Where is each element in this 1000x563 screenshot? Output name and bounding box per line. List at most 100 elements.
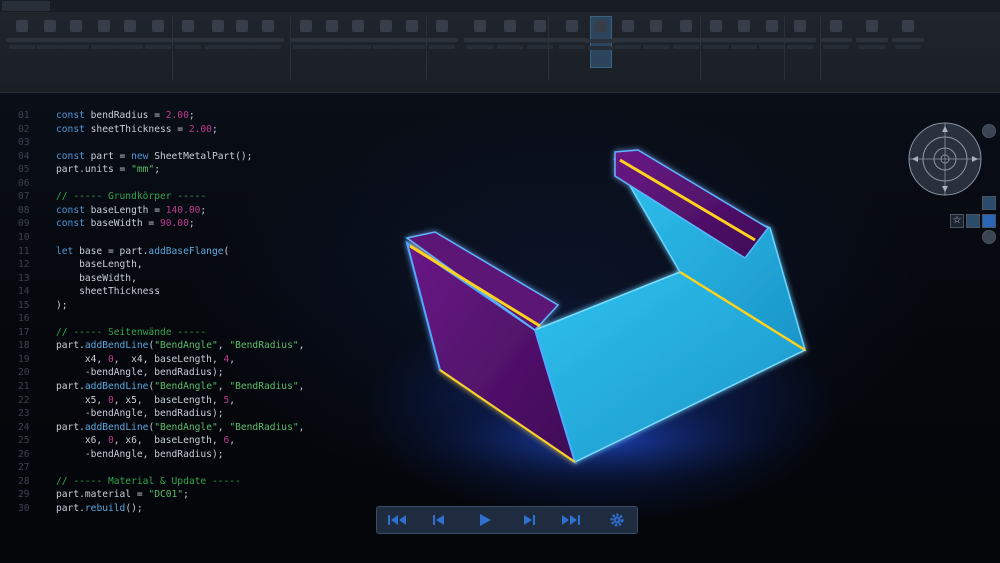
code-token: );: [56, 299, 68, 311]
code-token: const: [56, 150, 91, 162]
code-line[interactable]: 22 x5, 0, x5, baseLength, 5,: [18, 395, 235, 409]
code-token: addBendLine: [84, 421, 149, 433]
zoom-fit-icon[interactable]: [982, 196, 996, 210]
line-number: 07: [18, 191, 30, 203]
code-line[interactable]: 02 const sheetThickness = 2.00;: [18, 124, 218, 138]
code-token: "BendAngle": [154, 340, 218, 352]
code-line[interactable]: 20 -bendAngle, bendRadius);: [18, 367, 224, 381]
code-token: ,: [298, 381, 305, 392]
code-token: ();: [125, 502, 143, 514]
line-number: 13: [18, 272, 30, 284]
view-navigation-ring[interactable]: [907, 121, 983, 197]
code-line[interactable]: 04 const part = new SheetMetalPart();: [18, 151, 252, 165]
code-token: SheetMetalPart();: [154, 150, 253, 162]
code-line[interactable]: 24 part.addBendLine("BendAngle", "BendRad…: [18, 422, 304, 436]
code-line[interactable]: 15);: [18, 300, 68, 314]
code-token: "BendRadius": [229, 340, 299, 352]
code-token: new: [131, 150, 155, 162]
line-number: 27: [18, 462, 30, 474]
line-number: 09: [18, 218, 30, 230]
code-token: ,: [217, 340, 230, 352]
code-token: "DC01": [148, 489, 184, 501]
code-line[interactable]: 23 -bendAngle, bendRadius);: [18, 408, 224, 422]
first-frame-icon[interactable]: [385, 512, 409, 528]
code-token: ,: [217, 421, 230, 433]
code-token: ;: [188, 218, 195, 230]
code-token: -bendAngle, bendRadius);: [56, 408, 224, 420]
orbit-icon[interactable]: [982, 230, 996, 244]
play-icon[interactable]: [473, 512, 497, 528]
code-token: , x4, baseLength,: [113, 353, 224, 365]
line-number: 17: [18, 326, 30, 338]
next-frame-icon[interactable]: [517, 512, 541, 528]
code-token: ;: [200, 204, 207, 216]
code-line[interactable]: 10: [18, 232, 56, 246]
code-line[interactable]: 29 part.material = "DC01";: [18, 489, 189, 503]
code-token: baseLength,: [56, 259, 143, 271]
code-token: -bendAngle, bendRadius);: [56, 448, 224, 460]
code-token: 2.00: [165, 110, 189, 121]
code-token: // ----- Grundkörper -----: [56, 191, 207, 203]
line-number: 19: [18, 353, 30, 365]
code-line[interactable]: 08 const baseLength = 140.00;: [18, 205, 206, 219]
code-line[interactable]: 07 // ----- Grundkörper -----: [18, 191, 206, 205]
line-number: 24: [18, 421, 30, 433]
code-line[interactable]: 11 let base = part.addBaseFlange(: [18, 246, 229, 260]
code-line[interactable]: 17 // ----- Seitenwände -----: [18, 327, 206, 341]
code-line[interactable]: 16: [18, 313, 56, 327]
code-token: 140.00: [165, 204, 201, 216]
settings-gear-icon[interactable]: [605, 512, 629, 528]
code-token: x4,: [56, 353, 108, 365]
prev-frame-icon[interactable]: [427, 512, 451, 528]
code-line[interactable]: 12 baseLength,: [18, 259, 143, 273]
code-token: ,: [298, 421, 305, 433]
code-line[interactable]: 03: [18, 137, 56, 151]
favorite-star-icon[interactable]: ☆: [950, 214, 964, 228]
code-line[interactable]: 01 const bendRadius = 2.00;: [18, 110, 195, 124]
code-line[interactable]: 14 sheetThickness: [18, 286, 160, 300]
line-number: 12: [18, 259, 30, 271]
code-line[interactable]: 21 part.addBendLine("BendAngle", "BendRad…: [18, 381, 304, 395]
code-token: // ----- Seitenwände -----: [56, 326, 207, 338]
code-token: baseWidth,: [56, 272, 137, 284]
line-number: 15: [18, 299, 30, 311]
pan-icon[interactable]: [982, 124, 996, 138]
line-number: 30: [18, 502, 30, 514]
code-token: 2.00: [188, 123, 212, 135]
code-token: base = part.: [79, 245, 149, 257]
last-frame-icon[interactable]: [559, 512, 583, 528]
code-line[interactable]: 26 -bendAngle, bendRadius);: [18, 449, 224, 463]
line-number: 02: [18, 123, 30, 135]
view-cube-icon[interactable]: [966, 214, 980, 228]
code-token: ,: [229, 394, 236, 406]
code-line[interactable]: 06: [18, 178, 56, 192]
line-number: 14: [18, 286, 30, 298]
code-line[interactable]: 25 x6, 0, x6, baseLength, 6,: [18, 435, 235, 449]
line-number: 25: [18, 435, 30, 447]
code-line[interactable]: 18 part.addBendLine("BendAngle", "BendRad…: [18, 340, 304, 354]
code-line[interactable]: 05 part.units = "mm";: [18, 164, 160, 178]
code-token: part.: [56, 502, 85, 514]
code-token: part.: [56, 421, 85, 433]
code-token: part.: [56, 340, 85, 352]
code-line[interactable]: 13 baseWidth,: [18, 273, 137, 287]
code-token: ;: [183, 489, 189, 501]
code-token: sheetThickness =: [90, 123, 189, 135]
code-line[interactable]: 30 part.rebuild();: [18, 503, 143, 517]
code-token: "mm": [131, 164, 155, 176]
line-number: 08: [18, 204, 30, 216]
code-token: addBendLine: [84, 381, 149, 392]
line-number: 18: [18, 340, 30, 352]
code-token: "BendRadius": [229, 381, 299, 392]
code-token: part.material =: [56, 489, 149, 501]
view-home-icon[interactable]: [982, 214, 996, 228]
line-number: 10: [18, 231, 30, 243]
code-line[interactable]: 09 const baseWidth = 90.00;: [18, 218, 195, 232]
code-token: "BendAngle": [154, 421, 218, 433]
code-token: bendRadius =: [90, 110, 166, 121]
code-token: part.units =: [56, 164, 132, 176]
code-line[interactable]: 28 // ----- Material & Update -----: [18, 476, 241, 490]
code-token: const: [56, 218, 91, 230]
code-line[interactable]: 27: [18, 462, 56, 476]
code-line[interactable]: 19 x4, 0, x4, baseLength, 4,: [18, 354, 235, 368]
